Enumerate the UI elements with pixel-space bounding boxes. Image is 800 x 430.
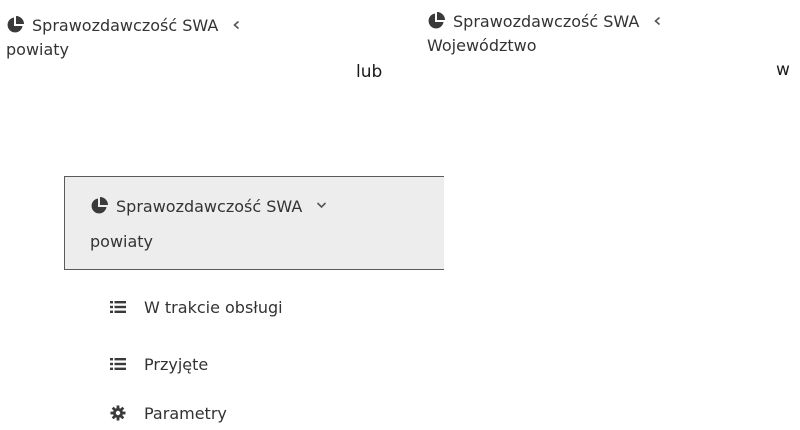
menu-header-title: Sprawozdawczość SWA: [453, 12, 640, 31]
menu-header-powiaty-collapsed[interactable]: Sprawozdawczość SWA: [6, 16, 241, 36]
chevron-left-icon[interactable]: [653, 16, 662, 26]
list-icon: [110, 358, 126, 370]
submenu-item-label: Parametry: [144, 404, 227, 423]
gear-icon: [110, 405, 126, 421]
menu-header-subtitle: powiaty: [6, 40, 70, 59]
menu-header-title: Sprawozdawczość SWA: [32, 16, 219, 35]
list-icon: [110, 301, 126, 313]
submenu-item-label: W trakcie obsługi: [144, 298, 283, 317]
menu-header-subtitle: powiaty: [90, 232, 154, 251]
menu-header-title: Sprawozdawczość SWA: [116, 197, 303, 216]
submenu-item-parametry[interactable]: Parametry: [110, 404, 227, 424]
connector-or-text: lub: [356, 62, 383, 82]
menu-header-wojewodztwo-collapsed[interactable]: Sprawozdawczość SWA: [427, 12, 662, 32]
pie-chart-icon: [7, 16, 24, 33]
connector-in-text: w: [776, 60, 790, 80]
submenu-item-przyjete[interactable]: Przyjęte: [110, 355, 208, 375]
pie-chart-icon: [91, 197, 108, 214]
pie-chart-icon: [428, 12, 445, 29]
submenu-item-w-trakcie-obslugi[interactable]: W trakcie obsługi: [110, 298, 283, 318]
submenu-item-label: Przyjęte: [144, 355, 209, 374]
menu-header-title-line: Sprawozdawczość SWA: [90, 197, 327, 217]
menu-header-subtitle: Województwo: [427, 36, 537, 55]
chevron-left-icon[interactable]: [232, 20, 241, 30]
chevron-down-icon[interactable]: [316, 201, 327, 209]
menu-header-powiaty-expanded[interactable]: [64, 176, 444, 270]
